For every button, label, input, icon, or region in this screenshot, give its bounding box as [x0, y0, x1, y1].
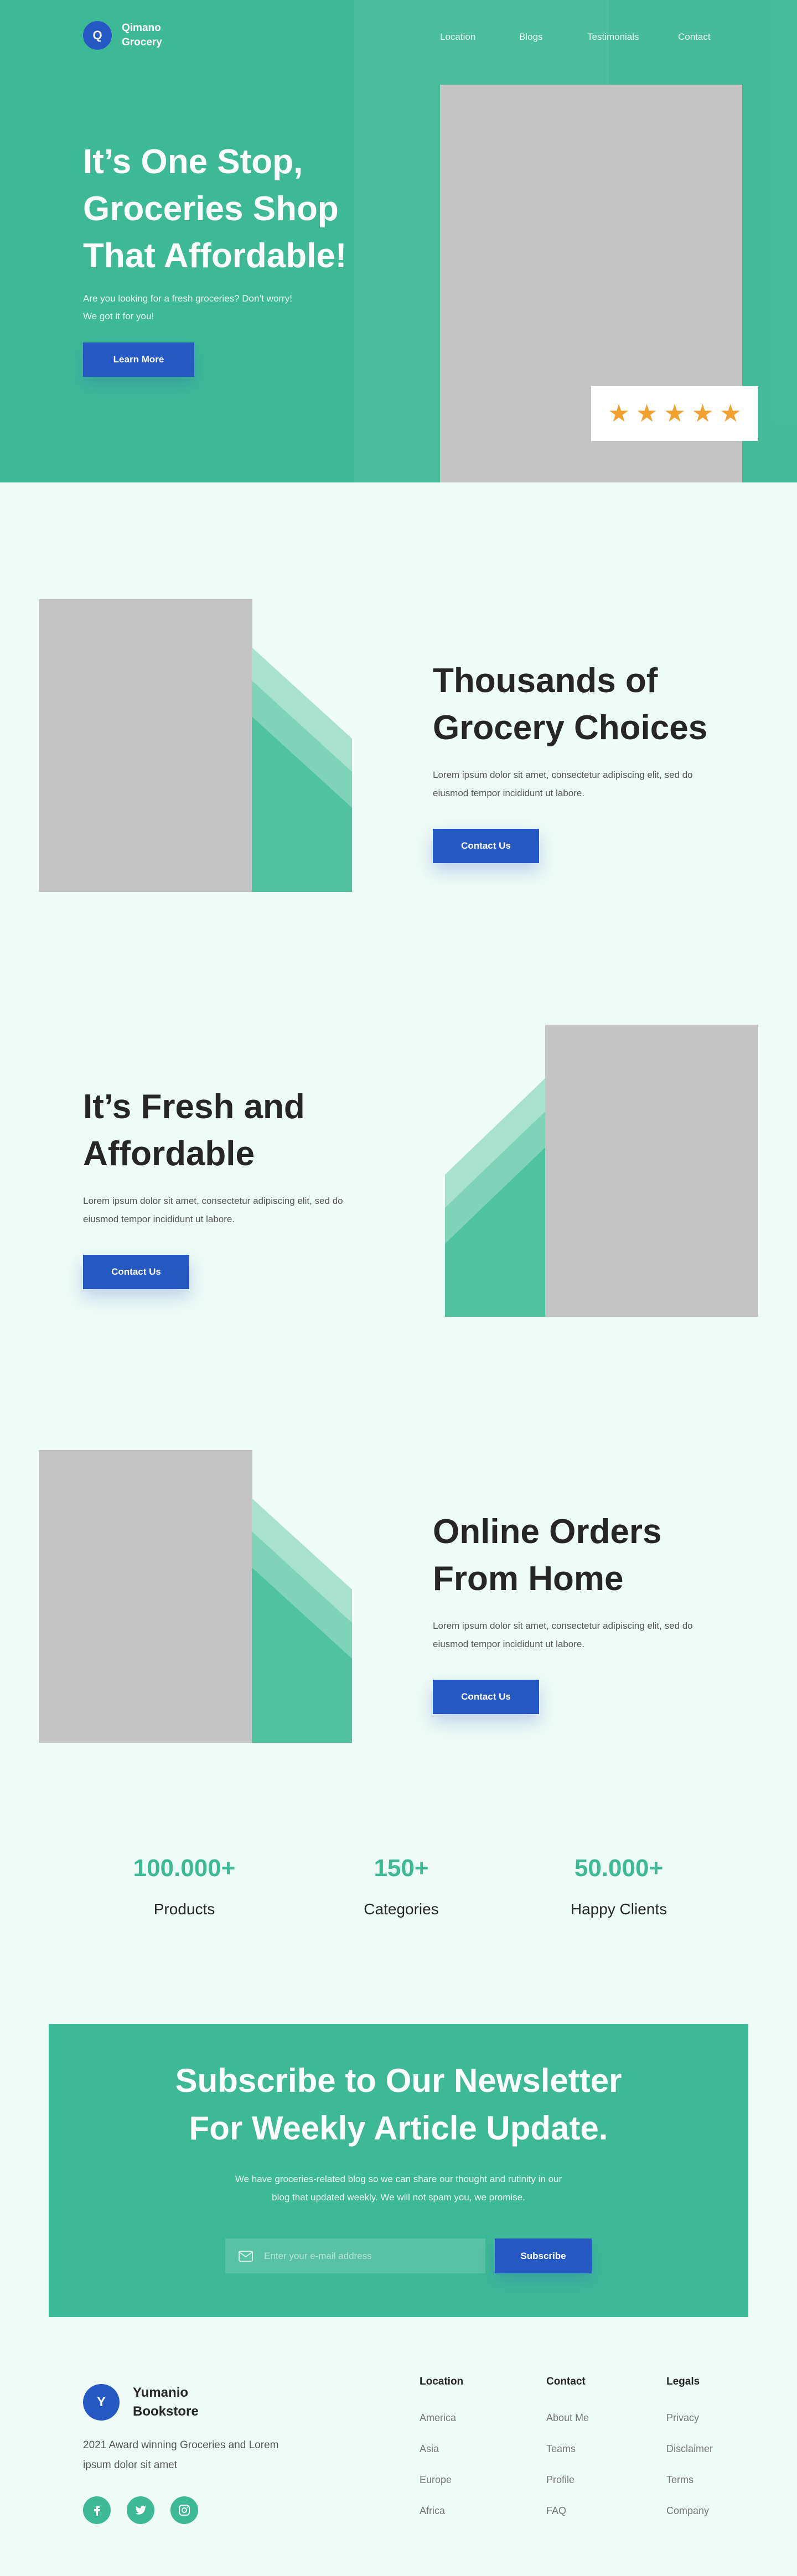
nav-link-location[interactable]: Location [440, 32, 475, 43]
stat-label: Products [153, 1900, 215, 1918]
footer-link-faq[interactable]: FAQ [546, 2505, 566, 2517]
newsletter-title: Subscribe to Our Newsletter For Weekly A… [49, 2057, 748, 2152]
footer-heading-legals: Legals [666, 2376, 700, 2387]
footer-link-america[interactable]: America [420, 2412, 456, 2424]
star-icon: ★ [691, 399, 714, 427]
hero-section: Q Qimano Grocery Location Blogs Testimon… [0, 0, 797, 482]
star-icon: ★ [635, 399, 658, 427]
footer-link-privacy[interactable]: Privacy [666, 2412, 699, 2424]
feature-text: Lorem ipsum dolor sit amet, consectetur … [433, 1621, 693, 1649]
footer-description: 2021 Award winning Groceries and Lorem i… [83, 2439, 279, 2471]
subscribe-button[interactable]: Subscribe [495, 2239, 592, 2273]
feature-decor-shape [252, 1498, 352, 1743]
newsletter-title-line: Subscribe to Our Newsletter [175, 2062, 622, 2099]
newsletter-section: Subscribe to Our Newsletter For Weekly A… [49, 2024, 748, 2317]
mail-icon [239, 2250, 253, 2262]
feature-image-placeholder [545, 1025, 758, 1317]
footer-link-africa[interactable]: Africa [420, 2505, 445, 2517]
footer-link-profile[interactable]: Profile [546, 2474, 575, 2486]
contact-us-button[interactable]: Contact Us [433, 1680, 539, 1714]
stat-value: 150+ [374, 1855, 429, 1882]
nav-link-blogs[interactable]: Blogs [519, 32, 543, 43]
feature-decor-shape [445, 1078, 546, 1317]
newsletter-description: We have groceries-related blog so we can… [49, 2170, 748, 2206]
hero-title: It’s One Stop, Groceries Shop That Affor… [83, 143, 347, 275]
footer-heading-location: Location [420, 2376, 464, 2387]
stat-value: 100.000+ [133, 1855, 236, 1882]
twitter-icon[interactable] [127, 2496, 154, 2524]
footer-link-terms[interactable]: Terms [666, 2474, 694, 2486]
star-icon: ★ [720, 399, 742, 427]
newsletter-text-line: We have groceries-related blog so we can… [235, 2174, 562, 2184]
email-field-wrapper [225, 2239, 485, 2273]
footer-logo[interactable]: Y Yumanio Bookstore [83, 2383, 232, 2421]
footer-heading-contact: Contact [546, 2376, 586, 2387]
hero-subtitle: Are you looking for a fresh groceries? D… [83, 290, 349, 325]
hero-subtitle-line: We got it for you! [83, 311, 154, 321]
contact-us-button[interactable]: Contact Us [433, 829, 539, 863]
contact-us-button[interactable]: Contact Us [83, 1255, 189, 1289]
footer-link-company[interactable]: Company [666, 2505, 709, 2517]
facebook-icon[interactable] [83, 2496, 111, 2524]
footer-link-about-me[interactable]: About Me [546, 2412, 589, 2424]
feature-text: Lorem ipsum dolor sit amet, consectetur … [433, 770, 693, 798]
newsletter-text-line: blog that updated weekly. We will not sp… [272, 2192, 525, 2203]
stat-label: Categories [364, 1900, 439, 1918]
footer-link-teams[interactable]: Teams [546, 2443, 576, 2455]
hero-subtitle-line: Are you looking for a fresh groceries? D… [83, 293, 292, 304]
rating-card: ★ ★ ★ ★ ★ [591, 386, 758, 441]
feature-decor-shape [252, 647, 352, 892]
feature-title: Thousands of Grocery Choices [433, 662, 708, 747]
feature-text: Lorem ipsum dolor sit amet, consectetur … [83, 1196, 343, 1224]
feature-image-placeholder [39, 1450, 252, 1743]
instagram-icon[interactable] [170, 2496, 198, 2524]
footer-link-asia[interactable]: Asia [420, 2443, 439, 2455]
learn-more-button[interactable]: Learn More [83, 342, 194, 377]
stat-label: Happy Clients [570, 1900, 667, 1918]
main-nav: Location Blogs Testimonials Contact [0, 32, 797, 43]
nav-link-contact[interactable]: Contact [678, 32, 711, 43]
feature-title: It’s Fresh and Affordable [83, 1088, 305, 1173]
nav-link-testimonials[interactable]: Testimonials [587, 32, 639, 43]
newsletter-title-line: For Weekly Article Update. [189, 2110, 608, 2147]
star-icon: ★ [664, 399, 686, 427]
footer-logo-mark: Y [83, 2384, 120, 2421]
footer-brand-name: Yumanio Bookstore [133, 2385, 199, 2419]
footer-link-europe[interactable]: Europe [420, 2474, 452, 2486]
feature-image-placeholder [39, 599, 252, 892]
feature-title: Online Orders From Home [433, 1513, 662, 1598]
footer-link-disclaimer[interactable]: Disclaimer [666, 2443, 713, 2455]
star-icon: ★ [608, 399, 630, 427]
email-field[interactable] [264, 2250, 474, 2262]
stat-value: 50.000+ [574, 1855, 664, 1882]
